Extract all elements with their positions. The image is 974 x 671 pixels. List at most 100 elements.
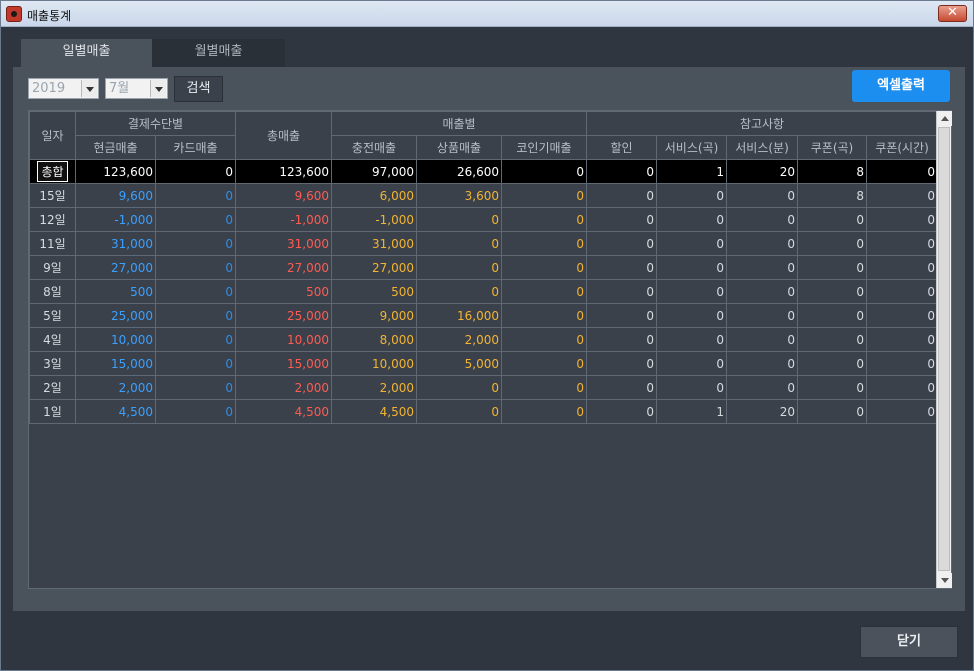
cell-coupon-song: 0 [797, 207, 867, 232]
cell-date: 3일 [29, 351, 76, 376]
cell-card: 0 [155, 279, 236, 304]
cell-total: 10,000 [235, 327, 332, 352]
cell-card: 0 [155, 207, 236, 232]
vertical-scrollbar[interactable] [936, 111, 952, 588]
cell-discount: 0 [586, 159, 657, 184]
excel-export-button[interactable]: 엑셀출력 [852, 70, 950, 102]
header-service-min: 서비스(분) [726, 135, 798, 160]
cell-cash: 123,600 [75, 159, 156, 184]
cell-service-min: 0 [726, 279, 798, 304]
table-row-total[interactable]: 총합 123,600 0 123,600 97,000 26,600 0 0 1… [29, 159, 938, 184]
cell-product: 0 [416, 207, 502, 232]
cell-service-min: 20 [726, 159, 798, 184]
cell-charge: 31,000 [331, 231, 417, 256]
chevron-down-icon[interactable] [81, 80, 97, 97]
cell-charge: 6,000 [331, 183, 417, 208]
cell-service-song: 1 [656, 159, 727, 184]
close-button[interactable]: 닫기 [860, 626, 958, 658]
cell-date: 5일 [29, 303, 76, 328]
cell-discount: 0 [586, 303, 657, 328]
cell-charge: 8,000 [331, 327, 417, 352]
cell-total: 25,000 [235, 303, 332, 328]
tab-monthly-sales[interactable]: 월별매출 [152, 39, 285, 67]
cell-coin: 0 [501, 279, 587, 304]
table-row[interactable]: 5일 25,000 0 25,000 9,000 16,000 0 0 0 0 … [29, 303, 938, 328]
table-row[interactable]: 15일 9,600 0 9,600 6,000 3,600 0 0 0 0 8 … [29, 183, 938, 208]
scroll-down-icon[interactable] [937, 573, 952, 588]
table-row[interactable]: 8일 500 0 500 500 0 0 0 0 0 0 0 [29, 279, 938, 304]
cell-total: 500 [235, 279, 332, 304]
cell-coupon-time: 0 [866, 303, 938, 328]
cell-product: 0 [416, 399, 502, 424]
cell-coin: 0 [501, 255, 587, 280]
table-row[interactable]: 9일 27,000 0 27,000 27,000 0 0 0 0 0 0 0 [29, 255, 938, 280]
cell-coupon-song: 0 [797, 303, 867, 328]
cell-service-min: 0 [726, 231, 798, 256]
cell-card: 0 [155, 255, 236, 280]
cell-cash: 31,000 [75, 231, 156, 256]
cell-card: 0 [155, 303, 236, 328]
cell-coupon-song: 0 [797, 255, 867, 280]
cell-service-song: 0 [656, 327, 727, 352]
cell-discount: 0 [586, 327, 657, 352]
year-select-value: 2019 [32, 81, 66, 96]
header-cash-sales: 현금매출 [75, 135, 156, 160]
cell-product: 2,000 [416, 327, 502, 352]
cell-cash: 500 [75, 279, 156, 304]
cell-service-song: 0 [656, 183, 727, 208]
cell-service-song: 0 [656, 375, 727, 400]
cell-cash: 25,000 [75, 303, 156, 328]
app-icon [6, 6, 22, 22]
cell-total: 9,600 [235, 183, 332, 208]
header-coupon-time: 쿠폰(시간) [866, 135, 938, 160]
table-row[interactable]: 2일 2,000 0 2,000 2,000 0 0 0 0 0 0 0 [29, 375, 938, 400]
close-icon[interactable]: ✕ [938, 5, 967, 22]
cell-product: 0 [416, 279, 502, 304]
header-charge-sales: 충전매출 [331, 135, 417, 160]
cell-charge: 97,000 [331, 159, 417, 184]
scrollbar-thumb[interactable] [938, 127, 950, 571]
cell-total: 123,600 [235, 159, 332, 184]
cell-cash: 4,500 [75, 399, 156, 424]
cell-coupon-time: 0 [866, 255, 938, 280]
header-coin-sales: 코인기매출 [501, 135, 587, 160]
cell-total: 2,000 [235, 375, 332, 400]
cell-cash: 10,000 [75, 327, 156, 352]
table-row[interactable]: 4일 10,000 0 10,000 8,000 2,000 0 0 0 0 0… [29, 327, 938, 352]
table-row[interactable]: 12일 -1,000 0 -1,000 -1,000 0 0 0 0 0 0 0 [29, 207, 938, 232]
cell-discount: 0 [586, 279, 657, 304]
cell-coupon-time: 0 [866, 231, 938, 256]
cell-product: 0 [416, 375, 502, 400]
tab-daily-sales[interactable]: 일별매출 [21, 39, 152, 67]
cell-coupon-song: 0 [797, 279, 867, 304]
cell-coupon-song: 0 [797, 327, 867, 352]
table-row[interactable]: 11일 31,000 0 31,000 31,000 0 0 0 0 0 0 0 [29, 231, 938, 256]
month-select[interactable]: 7월 [105, 78, 168, 99]
cell-date: 1일 [29, 399, 76, 424]
chevron-down-icon[interactable] [150, 80, 166, 97]
cell-product: 5,000 [416, 351, 502, 376]
header-reference-group: 참고사항 [586, 111, 938, 136]
cell-charge: 2,000 [331, 375, 417, 400]
cell-product: 0 [416, 231, 502, 256]
cell-discount: 0 [586, 399, 657, 424]
year-select[interactable]: 2019 [28, 78, 99, 99]
cell-coin: 0 [501, 303, 587, 328]
cell-date: 15일 [29, 183, 76, 208]
cell-card: 0 [155, 351, 236, 376]
cell-cash: -1,000 [75, 207, 156, 232]
cell-coupon-song: 0 [797, 375, 867, 400]
scroll-up-icon[interactable] [937, 111, 952, 126]
search-button[interactable]: 검색 [174, 76, 223, 102]
cell-coin: 0 [501, 351, 587, 376]
table-row[interactable]: 1일 4,500 0 4,500 4,500 0 0 0 1 20 0 0 [29, 399, 938, 424]
header-coupon-song: 쿠폰(곡) [797, 135, 867, 160]
cell-product: 3,600 [416, 183, 502, 208]
cell-service-min: 0 [726, 207, 798, 232]
table-row[interactable]: 3일 15,000 0 15,000 10,000 5,000 0 0 0 0 … [29, 351, 938, 376]
header-by-sales-group: 매출별 [331, 111, 587, 136]
cell-card: 0 [155, 399, 236, 424]
cell-service-min: 0 [726, 255, 798, 280]
cell-discount: 0 [586, 255, 657, 280]
header-date: 일자 [29, 111, 76, 160]
